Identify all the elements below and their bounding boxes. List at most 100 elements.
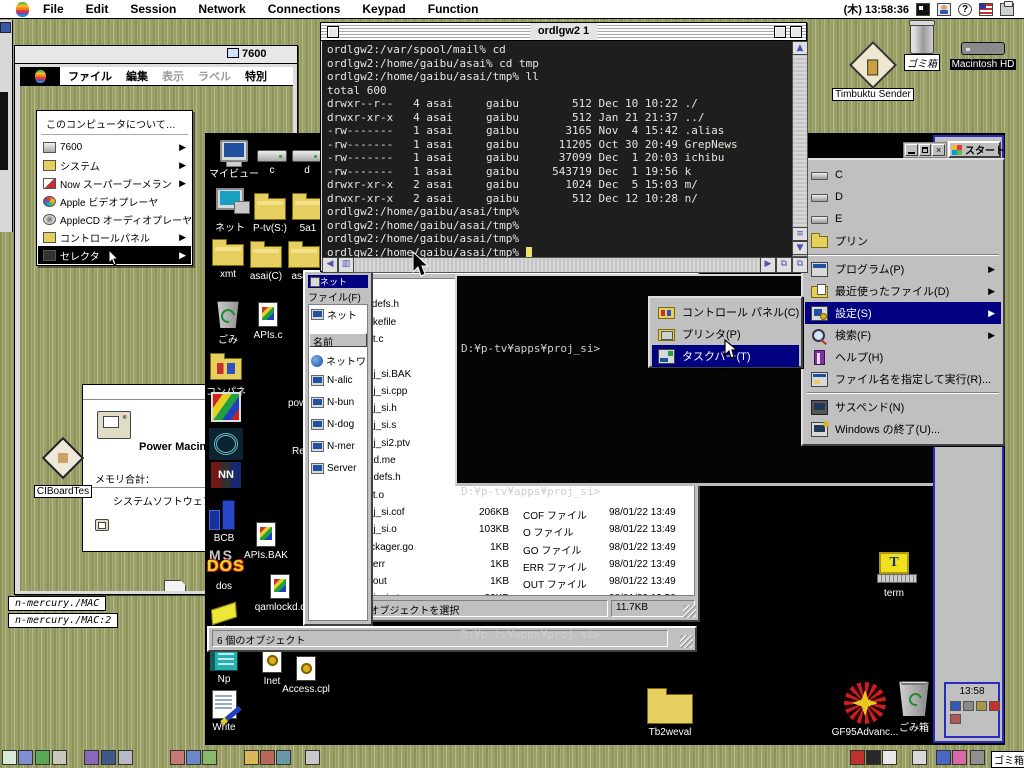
desktop-icon-mifeslogo[interactable]: [206, 392, 246, 422]
desktop-icon-コンパネ[interactable]: コンパネ: [206, 350, 246, 398]
tray-icon-2[interactable]: [976, 701, 987, 711]
control-strip-icon-0[interactable]: [2, 750, 17, 765]
collapse-box-icon[interactable]: [790, 26, 802, 38]
control-strip-icon-6[interactable]: [118, 750, 133, 765]
menu-item-プリン[interactable]: プリン: [805, 230, 1001, 252]
scroll-up-icon[interactable]: ▲: [792, 41, 808, 55]
menu-file[interactable]: File: [43, 2, 64, 16]
menu-item-サスペンド(N)[interactable]: サスペンド(N): [805, 396, 1001, 418]
menu-item-設定(S)[interactable]: 設定(S)▶: [805, 302, 1001, 324]
control-strip-icon-19[interactable]: [952, 750, 967, 765]
menu-item-コントロール パネル(C)[interactable]: コントロール パネル(C): [652, 301, 799, 323]
desktop-icon-ciboardtest[interactable]: CIBoardTes: [32, 439, 94, 499]
tray-icon-3[interactable]: [989, 701, 1000, 711]
mac-menu-ファイル[interactable]: ファイル: [68, 68, 112, 84]
menu-item-D[interactable]: D: [805, 186, 1001, 208]
menu-network[interactable]: Network: [198, 2, 245, 16]
scroll-thumb[interactable]: ▥: [338, 257, 354, 273]
apple-menu-open[interactable]: [20, 67, 60, 86]
desktop-icon-wheel[interactable]: [206, 428, 246, 460]
mac-menu-特別[interactable]: 特別: [245, 68, 267, 84]
control-strip-icon-17[interactable]: [912, 750, 927, 765]
control-strip-icon-20[interactable]: [970, 750, 985, 765]
desktop-icon-qamlockd.c[interactable]: qamlockd.c: [260, 574, 300, 613]
menu-item-ファイル名を指定して実行(R)...[interactable]: ファイル名を指定して実行(R)...: [805, 368, 1001, 390]
desktop-icon-xmt[interactable]: xmt: [208, 236, 248, 280]
desktop-icon-trash[interactable]: ゴミ箱: [902, 22, 942, 71]
terminal-title-bar[interactable]: ordlgw2 1: [321, 23, 806, 41]
page-left-icon[interactable]: ⧉: [776, 257, 792, 273]
network-item-Server[interactable]: Server: [311, 463, 356, 474]
network-item-N-mer[interactable]: N-mer: [311, 441, 355, 452]
zoom-box-icon[interactable]: [774, 26, 786, 38]
menu-edit[interactable]: Edit: [86, 2, 109, 16]
apple-menu-item-1[interactable]: 7600▶: [38, 138, 191, 156]
maximize-button[interactable]: [919, 144, 932, 156]
control-strip-icon-4[interactable]: [84, 750, 99, 765]
tray-icon-0[interactable]: [950, 701, 961, 711]
control-strip-icon-9[interactable]: [202, 750, 217, 765]
vertical-scrollbar[interactable]: [792, 41, 808, 257]
desktop-icon-ごみ[interactable]: ごみ: [208, 300, 248, 346]
menu-item-E[interactable]: E: [805, 208, 1001, 230]
control-strip-icon-3[interactable]: [52, 750, 67, 765]
desktop-icon-APIs.BAK[interactable]: APIs.BAK: [246, 522, 286, 561]
control-strip-icon-13[interactable]: [305, 750, 320, 765]
control-strip-icon-5[interactable]: [101, 750, 116, 765]
name-column-header[interactable]: 名前: [309, 333, 367, 347]
calendar-icon[interactable]: [916, 3, 930, 16]
desktop-icon-BCB[interactable]: BCB: [205, 498, 244, 544]
window-tab-n-mercury-mac[interactable]: n-mercury./MAC: [8, 596, 106, 611]
control-strip-icon-7[interactable]: [170, 750, 185, 765]
menu-item-ヘルプ(H)[interactable]: ヘルプ(H): [805, 346, 1001, 368]
desktop-icon-macintosh-hd[interactable]: Macintosh HD: [948, 42, 1018, 70]
network-window[interactable]: ネット ファイル(F) ネット 名前 ネットワーN-alicN-bunN-dog…: [303, 270, 373, 626]
desktop-icon-c[interactable]: c: [252, 142, 292, 176]
desktop-icon-Access.cpl[interactable]: Access.cpl: [286, 656, 326, 695]
keyboard-flag-icon[interactable]: [979, 3, 993, 16]
network-window-title[interactable]: ネット: [308, 275, 368, 288]
apple-menu-item-4[interactable]: Apple ビデオプレーヤ: [38, 192, 191, 210]
network-item-N-bun[interactable]: N-bun: [311, 397, 354, 408]
apple-menu-item-5[interactable]: AppleCD オーディオプレーヤ: [38, 210, 191, 228]
control-strip-icon-15[interactable]: [866, 750, 881, 765]
network-item-N-dog[interactable]: N-dog: [311, 419, 354, 430]
mac-menu-編集[interactable]: 編集: [126, 68, 148, 84]
network-root-item[interactable]: ネット: [311, 307, 357, 322]
apple-menu-item-2[interactable]: システム▶: [38, 156, 191, 174]
menu-item-Windows の終了(U)...[interactable]: Windows の終了(U)...: [805, 418, 1001, 440]
page-right-icon[interactable]: ⧉: [792, 257, 808, 273]
terminal-window[interactable]: ordlgw2 1 ordlgw2:/var/spool/mail% cdord…: [320, 22, 807, 272]
scroll-down-icon[interactable]: ▼: [792, 241, 808, 255]
help-icon[interactable]: ?: [958, 3, 972, 16]
desktop-icon-timbuktu-sender[interactable]: Timbuktu Sender: [838, 48, 908, 101]
apple-menu-icon[interactable]: [16, 2, 29, 17]
document-icon[interactable]: [164, 580, 186, 591]
control-strip-icon-10[interactable]: [244, 750, 259, 765]
tray-icon-1[interactable]: [963, 701, 974, 711]
printer-icon[interactable]: [1000, 3, 1014, 16]
apple-menu-item-3[interactable]: Now スーパーブーメラン▶: [38, 174, 191, 192]
desktop-icon-Write[interactable]: Write: [205, 690, 244, 733]
minimize-button[interactable]: [905, 144, 918, 156]
desktop-icon-ネット[interactable]: ネット: [208, 188, 252, 234]
control-strip-icon-2[interactable]: [35, 750, 50, 765]
menu-item-C[interactable]: C: [805, 164, 1001, 186]
menu-clock[interactable]: (木) 13:58:36: [844, 1, 909, 17]
menu-item-プログラム(P)[interactable]: プログラム(P)▶: [805, 258, 1001, 280]
desktop-icon-dos[interactable]: MSDOSdos: [205, 550, 244, 592]
control-strip-icon-16[interactable]: [882, 750, 897, 765]
control-strip-icon-11[interactable]: [260, 750, 275, 765]
menu-keypad[interactable]: Keypad: [362, 2, 405, 16]
desktop-icon-nn[interactable]: NN: [206, 462, 246, 488]
menu-item-最近使ったファイル(D)[interactable]: 最近使ったファイル(D)▶: [805, 280, 1001, 302]
tray-clock[interactable]: 13:58: [946, 686, 998, 697]
desktop-icon-マイビュー[interactable]: マイビュー: [212, 140, 256, 180]
scroll-right-icon[interactable]: ▶: [760, 257, 776, 273]
control-strip-icon-18[interactable]: [936, 750, 951, 765]
desktop-icon-P-tv(S:)[interactable]: P-tv(S:): [250, 190, 290, 234]
close-box-icon[interactable]: [327, 26, 339, 38]
scroll-left-icon[interactable]: ◀: [322, 257, 338, 273]
control-strip-icon-12[interactable]: [276, 750, 291, 765]
network-item-ネットワー[interactable]: ネットワー: [311, 353, 368, 368]
